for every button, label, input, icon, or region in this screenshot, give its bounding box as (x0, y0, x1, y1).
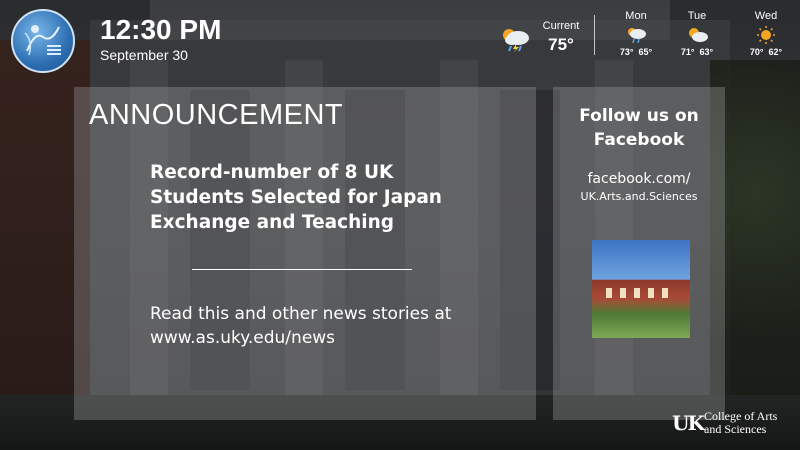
uk-logo-mark: UK (672, 411, 705, 435)
announcement-headline: Record-number of 8 UK Students Selected … (150, 162, 442, 233)
cloud-rain-sun-icon (628, 28, 646, 44)
uk-college-logo: UK College of Arts and Sciences (672, 409, 794, 439)
announcement-body: Read this and other news stories at www.… (150, 304, 452, 348)
forecast-day-tue: Tue 71° 63° (672, 10, 722, 57)
forecast-day-name: Mon (625, 10, 647, 22)
forecast-low: 65° (638, 47, 653, 57)
facebook-url-line2: UK.Arts.and.Sciences (580, 190, 698, 203)
forecast-day-wed: Wed 70° 62° (741, 10, 791, 57)
forecast-high: 70° (749, 47, 764, 57)
forecast-day-name: Wed (754, 10, 778, 22)
uk-logo-line2: and Sciences (704, 422, 767, 436)
forecast-day-mon: Mon 73° 65° (611, 10, 661, 57)
uk-logo-text: College of Arts and Sciences (704, 410, 777, 436)
weather-current-label: Current (542, 20, 580, 32)
forecast-high: 73° (619, 47, 634, 57)
facebook-panel: Follow us on Facebook facebook.com/ UK.A… (553, 87, 725, 420)
forecast-temps: 70° 62° (741, 47, 791, 57)
announcement-panel: ANNOUNCEMENT Record-number of 8 UK Stude… (74, 87, 536, 420)
announcement-title: ANNOUNCEMENT (89, 99, 344, 131)
forecast-low: 63° (699, 47, 714, 57)
clock-date: September 30 (100, 47, 188, 63)
signage-screen: 12:30 PM September 30 Current 75° Mon 73… (0, 0, 800, 450)
weather-divider (594, 15, 595, 55)
cloud-rain-lightning-icon (503, 29, 529, 52)
partly-cloudy-icon (689, 28, 708, 42)
forecast-temps: 71° 63° (672, 47, 722, 57)
campus-building-photo (592, 240, 690, 338)
weather-current-temp: 75° (548, 35, 574, 54)
college-seal-logo (11, 9, 75, 73)
clock-time: 12:30 PM (100, 14, 222, 45)
forecast-day-name: Tue (687, 10, 707, 22)
facebook-title: Follow us on Facebook (579, 106, 699, 150)
facebook-url-line1: facebook.com/ (587, 171, 691, 187)
forecast-temps: 73° 65° (611, 47, 661, 57)
forecast-low: 62° (768, 47, 783, 57)
forecast-high: 71° (680, 47, 695, 57)
sun-icon (757, 26, 775, 44)
announcement-divider (192, 269, 412, 270)
